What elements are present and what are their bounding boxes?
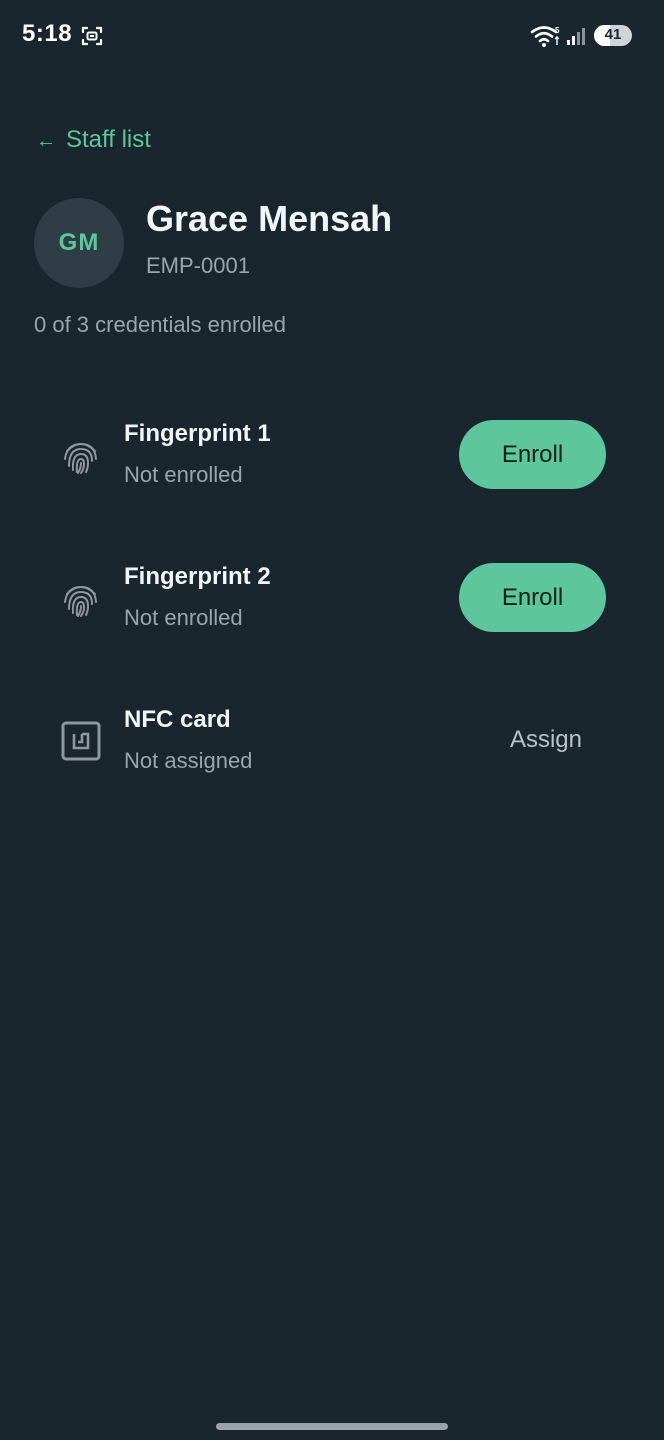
avatar: GM [34,198,124,288]
assign-nfc-card-button[interactable]: Assign [490,710,602,770]
credential-status: Not assigned [124,748,253,773]
employee-id: EMP-0001 [146,253,250,278]
screen-record-icon [81,26,103,46]
credential-row-fingerprint-2: Fingerprint 2 Not enrolled Enroll [0,553,664,653]
credential-row-nfc-card: NFC card Not assigned Assign [0,696,664,796]
wifi-icon: 5 [530,26,560,47]
enroll-fingerprint-1-button[interactable]: Enroll [459,420,606,489]
credentials-summary: 0 of 3 credentials enrolled [34,312,286,337]
staff-credentials-screen: 5:18 5 41 ← Staff list GM Grace Mensah E… [0,0,664,1440]
back-link-label: Staff list [66,126,151,153]
credential-row-fingerprint-1: Fingerprint 1 Not enrolled Enroll [0,410,664,510]
signal-icon [567,28,585,45]
svg-text:5: 5 [555,26,560,35]
nfc-card-icon [61,721,101,761]
status-time: 5:18 [22,20,73,47]
fingerprint-icon [64,442,97,474]
credential-status: Not enrolled [124,462,243,487]
fingerprint-icon [64,585,97,617]
back-to-staff-list-link[interactable]: ← Staff list [36,126,151,154]
home-indicator[interactable] [216,1423,448,1430]
credential-title: Fingerprint 2 [124,563,271,590]
back-arrow-icon: ← [36,130,56,152]
credential-status: Not enrolled [124,605,243,630]
battery-icon: 41 [594,25,632,46]
employee-name: Grace Mensah [146,198,393,239]
enroll-fingerprint-2-button[interactable]: Enroll [459,563,606,632]
credential-title: NFC card [124,706,231,733]
battery-level: 41 [604,26,622,43]
status-bar: 5:18 5 41 [0,0,664,72]
avatar-initials: GM [58,229,100,256]
credential-title: Fingerprint 1 [124,420,271,447]
